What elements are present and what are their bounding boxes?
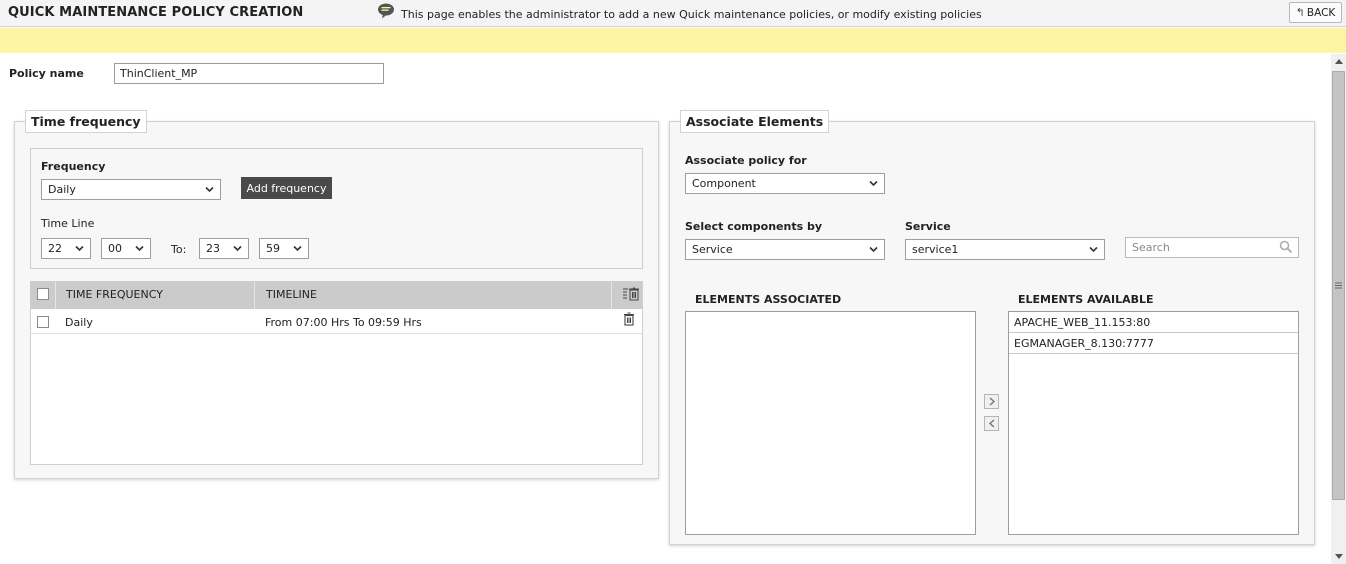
service-select-value: service1 [912,243,959,256]
chevron-down-icon [869,246,878,253]
back-arrow-icon: ↰ [1295,6,1305,19]
time-frequency-legend: Time frequency [25,110,147,133]
chevron-left-icon [988,419,994,428]
service-label: Service [905,220,951,233]
chevron-right-icon [989,397,995,406]
to-hour-select[interactable]: 23 [199,238,249,259]
row-frequency: Daily [65,316,93,329]
policy-name-label: Policy name [9,67,84,80]
to-minute-select[interactable]: 59 [259,238,309,259]
triangle-up-icon [1334,59,1343,64]
chevron-down-icon [233,245,242,252]
speech-bubble-icon [378,3,394,19]
associate-elements-legend: Associate Elements [680,110,830,133]
page-title: QUICK MAINTENANCE POLICY CREATION [8,5,304,20]
column-separator [55,282,56,309]
delete-all-icon[interactable] [622,287,640,301]
from-minute-select[interactable]: 00 [101,238,151,259]
from-hour-value: 22 [48,242,62,255]
column-separator [254,282,255,309]
elements-available-title: ELEMENTS AVAILABLE [1018,293,1154,306]
select-all-checkbox[interactable] [37,288,49,300]
trash-icon[interactable] [623,312,635,326]
associate-policy-for-label: Associate policy for [685,154,807,167]
chevron-down-icon [1089,246,1098,253]
scroll-up-button[interactable] [1331,54,1346,70]
select-components-by-value: Service [692,243,733,256]
from-hour-select[interactable]: 22 [41,238,91,259]
search-icon[interactable] [1279,240,1293,254]
column-header-timeline: TIMELINE [266,288,317,301]
scroll-down-button[interactable] [1331,548,1346,564]
chevron-down-icon [869,180,878,187]
search-input[interactable]: Search [1125,237,1299,258]
move-left-button[interactable] [984,416,999,431]
to-label: To: [171,243,187,256]
info-bar [0,28,1346,53]
timeline-label: Time Line [41,217,95,230]
list-item[interactable]: EGMANAGER_8.130:7777 [1009,333,1298,354]
move-right-button[interactable] [984,394,999,409]
column-separator [611,282,612,309]
frequency-select-value: Daily [48,183,76,196]
elements-associated-list[interactable] [685,311,976,535]
frequency-select[interactable]: Daily [41,179,221,200]
to-hour-value: 23 [206,242,220,255]
select-components-by-select[interactable]: Service [685,239,885,260]
service-select[interactable]: service1 [905,239,1105,260]
search-placeholder: Search [1132,241,1170,254]
chevron-down-icon [205,186,214,193]
chevron-down-icon [75,245,84,252]
policy-name-input[interactable] [114,63,384,84]
back-button[interactable]: ↰ BACK [1289,2,1342,23]
triangle-down-icon [1334,554,1343,559]
scrollbar-thumb[interactable] [1332,71,1345,500]
associate-policy-for-select[interactable]: Component [685,173,885,194]
add-frequency-button[interactable]: Add frequency [241,177,332,199]
elements-associated-title: ELEMENTS ASSOCIATED [695,293,842,306]
row-timeline: From 07:00 Hrs To 09:59 Hrs [265,316,422,329]
associate-policy-for-value: Component [692,177,756,190]
select-components-by-label: Select components by [685,220,822,233]
frequency-label: Frequency [41,160,106,173]
list-item[interactable]: APACHE_WEB_11.153:80 [1009,312,1298,333]
chevron-down-icon [293,245,302,252]
from-minute-value: 00 [108,242,122,255]
grip-icon [1335,282,1342,289]
elements-available-list[interactable]: APACHE_WEB_11.153:80 EGMANAGER_8.130:777… [1008,311,1299,535]
chevron-down-icon [135,245,144,252]
column-header-time-frequency: TIME FREQUENCY [66,288,163,301]
back-button-label: BACK [1306,6,1336,19]
to-minute-value: 59 [266,242,280,255]
info-message: This page enables the administrator to a… [401,8,982,21]
row-checkbox[interactable] [37,316,49,328]
